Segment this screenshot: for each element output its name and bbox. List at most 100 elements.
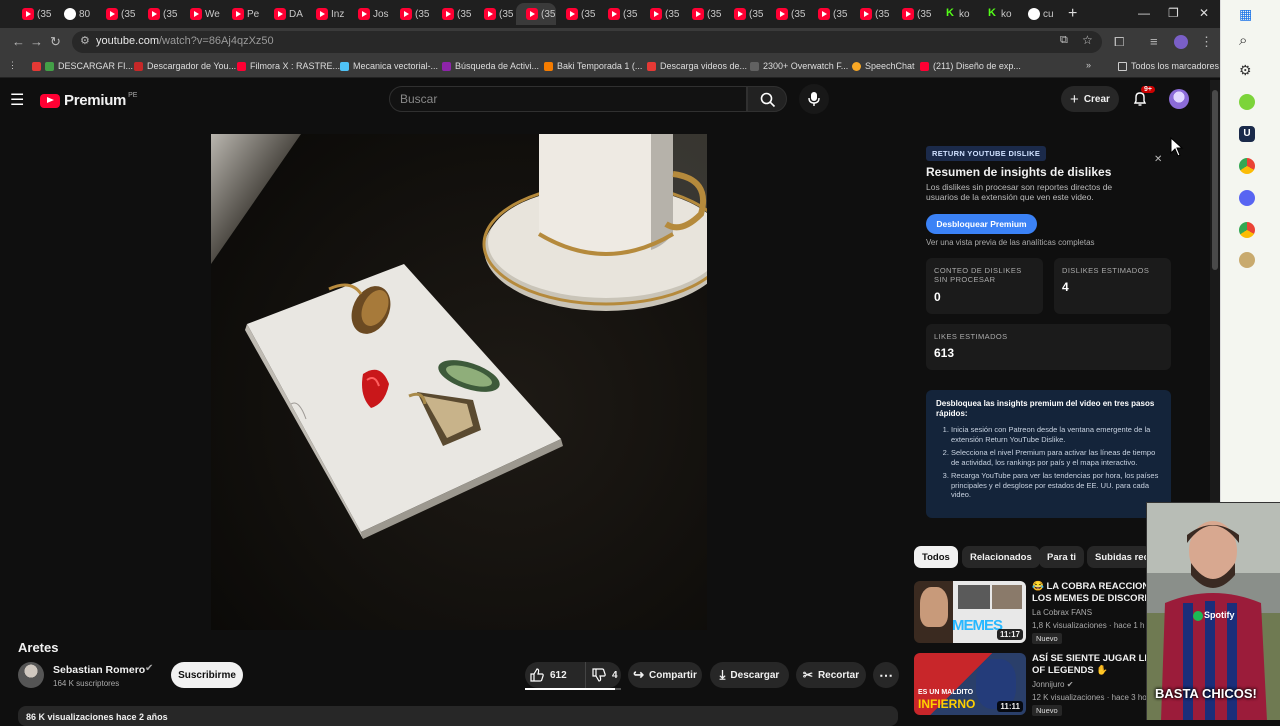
browser-tab[interactable]: (35 [96,3,138,25]
browser-tab[interactable]: (35 [138,3,180,25]
browser-tab[interactable]: DA [264,3,306,25]
chip-todos[interactable]: Todos [914,546,958,568]
discord-icon[interactable] [1239,190,1255,206]
bookmark-0[interactable]: DESCARGAR FI... [32,61,133,71]
browser-tab[interactable]: (35 [598,3,640,25]
like-button[interactable]: 612 [530,662,576,688]
close-icon[interactable]: ✕ [1154,154,1162,165]
league-icon[interactable] [1239,252,1255,268]
scroll-thumb[interactable] [1212,90,1218,270]
chip-para-ti[interactable]: Para ti [1039,546,1085,568]
close-window-button[interactable]: ✕ [1199,6,1209,20]
chip-subidas-recientes[interactable]: Subidas rec [1087,546,1151,568]
all-bookmarks[interactable]: Todos los marcadores [1118,61,1219,71]
forward-icon[interactable]: → [30,34,43,49]
more-actions-button[interactable]: ⋯ [873,662,899,688]
browser-tab[interactable]: (35 [556,3,598,25]
omnibox[interactable]: ⚙ youtube.com/watch?v=86Aj4qzXz50 ⧉ ☆ [72,31,1102,53]
bookmark-8[interactable]: SpeechChat [852,61,915,71]
video-player[interactable] [211,134,707,630]
bookmark-5[interactable]: Baki Temporada 1 (... [544,61,642,71]
bookmark-2[interactable]: Filmora X : RASTRE... [237,61,340,71]
maximize-button[interactable]: ❐ [1168,6,1179,20]
dislike-button[interactable]: 4 [585,662,619,688]
download-button[interactable]: ⤓ Descargar [710,662,789,688]
apps-icon[interactable]: ⋮ [8,60,17,71]
tab-label: (35 [499,8,514,20]
account-avatar[interactable] [1169,89,1189,109]
browser-tab[interactable]: 80 [54,3,96,25]
recommendation-channel[interactable]: La Cobrax FANS [1032,608,1092,617]
bookmark-3[interactable]: Mecanica vectorial-... [340,61,438,71]
description-box[interactable]: 86 K visualizaciones hace 2 años [18,706,898,726]
unlock-premium-button[interactable]: Desbloquear Premium [926,214,1037,234]
chrome-icon-2[interactable] [1239,222,1255,238]
search-icon[interactable]: ⌕ [1239,32,1247,49]
install-app-icon[interactable]: ⧉ [1060,34,1068,47]
browser-tab[interactable]: cu [1018,3,1060,25]
new-tab-button[interactable]: + [1068,5,1077,23]
url-text[interactable]: youtube.com/watch?v=86Aj4qzXz50 [96,35,274,47]
preview-analytics-link[interactable]: Ver una vista previa de las analíticas c… [926,238,1095,247]
est-likes-value: 613 [934,346,955,360]
browser-tab[interactable]: (35 [640,3,682,25]
channel-name[interactable]: Sebastian Romero [53,664,145,676]
app-icon-u[interactable]: U [1239,126,1255,142]
share-button[interactable]: ↪ Compartir [628,662,702,688]
browser-tab[interactable]: (35 [682,3,724,25]
hamburger-menu-icon[interactable]: ☰ [10,90,24,110]
search-button[interactable] [747,86,787,112]
browser-tab[interactable]: (35 [474,3,516,25]
more-bookmarks-icon[interactable]: » [1086,60,1091,70]
bookmark-4[interactable]: Búsqueda de Activi... [442,61,539,71]
browser-tab[interactable]: (35 [892,3,934,25]
browser-tab[interactable]: (35 [808,3,850,25]
minimize-button[interactable]: — [1138,6,1150,20]
browser-tab[interactable]: (35 [390,3,432,25]
back-icon[interactable]: ← [12,34,25,49]
tab-favicon-icon [358,8,370,20]
bookmark-9[interactable]: (211) Diseño de exp... [920,61,1021,71]
recommendation-channel[interactable]: Jonnijuro ✔ [1032,680,1073,689]
browser-tab[interactable]: (35 [766,3,808,25]
channel-avatar[interactable] [18,662,44,688]
browser-tab[interactable]: Pe [222,3,264,25]
media-controls-icon[interactable]: ≡ [1150,34,1158,49]
chrome-menu-icon[interactable]: ⋮ [1200,34,1213,50]
browser-tab[interactable]: ko [934,3,976,25]
bookmark-label: DESCARGAR FI... [58,61,134,71]
settings-icon[interactable]: ⚙ [1239,62,1252,79]
site-info-icon[interactable]: ⚙ [80,34,90,47]
browser-tab[interactable]: (35 [432,3,474,25]
browser-tab[interactable]: Jos [348,3,390,25]
chrome-icon[interactable] [1239,158,1255,174]
voice-search-button[interactable] [799,84,829,114]
browser-tab[interactable]: (35 [850,3,892,25]
reload-icon[interactable]: ↻ [50,34,61,50]
bookmark-6[interactable]: Descarga videos de... [647,61,747,71]
tab-favicon-icon [64,8,76,20]
clip-button[interactable]: ✂ Recortar [796,662,866,688]
create-button[interactable]: + Crear [1061,86,1119,112]
search-box[interactable] [389,86,747,112]
browser-tab[interactable]: We [180,3,222,25]
profile-avatar[interactable] [1174,35,1188,49]
bookmark-1[interactable]: Descargador de You... [134,61,236,71]
chip-relacionados[interactable]: Relacionados [962,546,1040,568]
browser-tab[interactable]: Inz [306,3,348,25]
bookmark-favicon [544,61,553,71]
bookmark-7[interactable]: 2300+ Overwatch F... [750,61,848,71]
browser-tab[interactable]: (35 [12,3,54,25]
browser-tab[interactable]: (35✕ [516,3,556,25]
browser-tab[interactable]: ko [976,3,1018,25]
app-icon-green[interactable] [1239,94,1255,110]
youtube-logo[interactable]: Premium PE [40,92,137,109]
windows-icon[interactable]: ▦ [1239,6,1252,23]
bookmark-star-icon[interactable]: ☆ [1082,33,1093,47]
webcam-overlay: Spotify BASTA CHICOS! [1146,502,1280,720]
browser-tab[interactable]: (35 [724,3,766,25]
notifications-button[interactable]: 9+ [1132,86,1155,110]
subscribe-button[interactable]: Suscribirme [171,662,243,688]
extensions-icon[interactable]: ⧠ [1114,34,1124,50]
search-input[interactable] [390,87,746,111]
